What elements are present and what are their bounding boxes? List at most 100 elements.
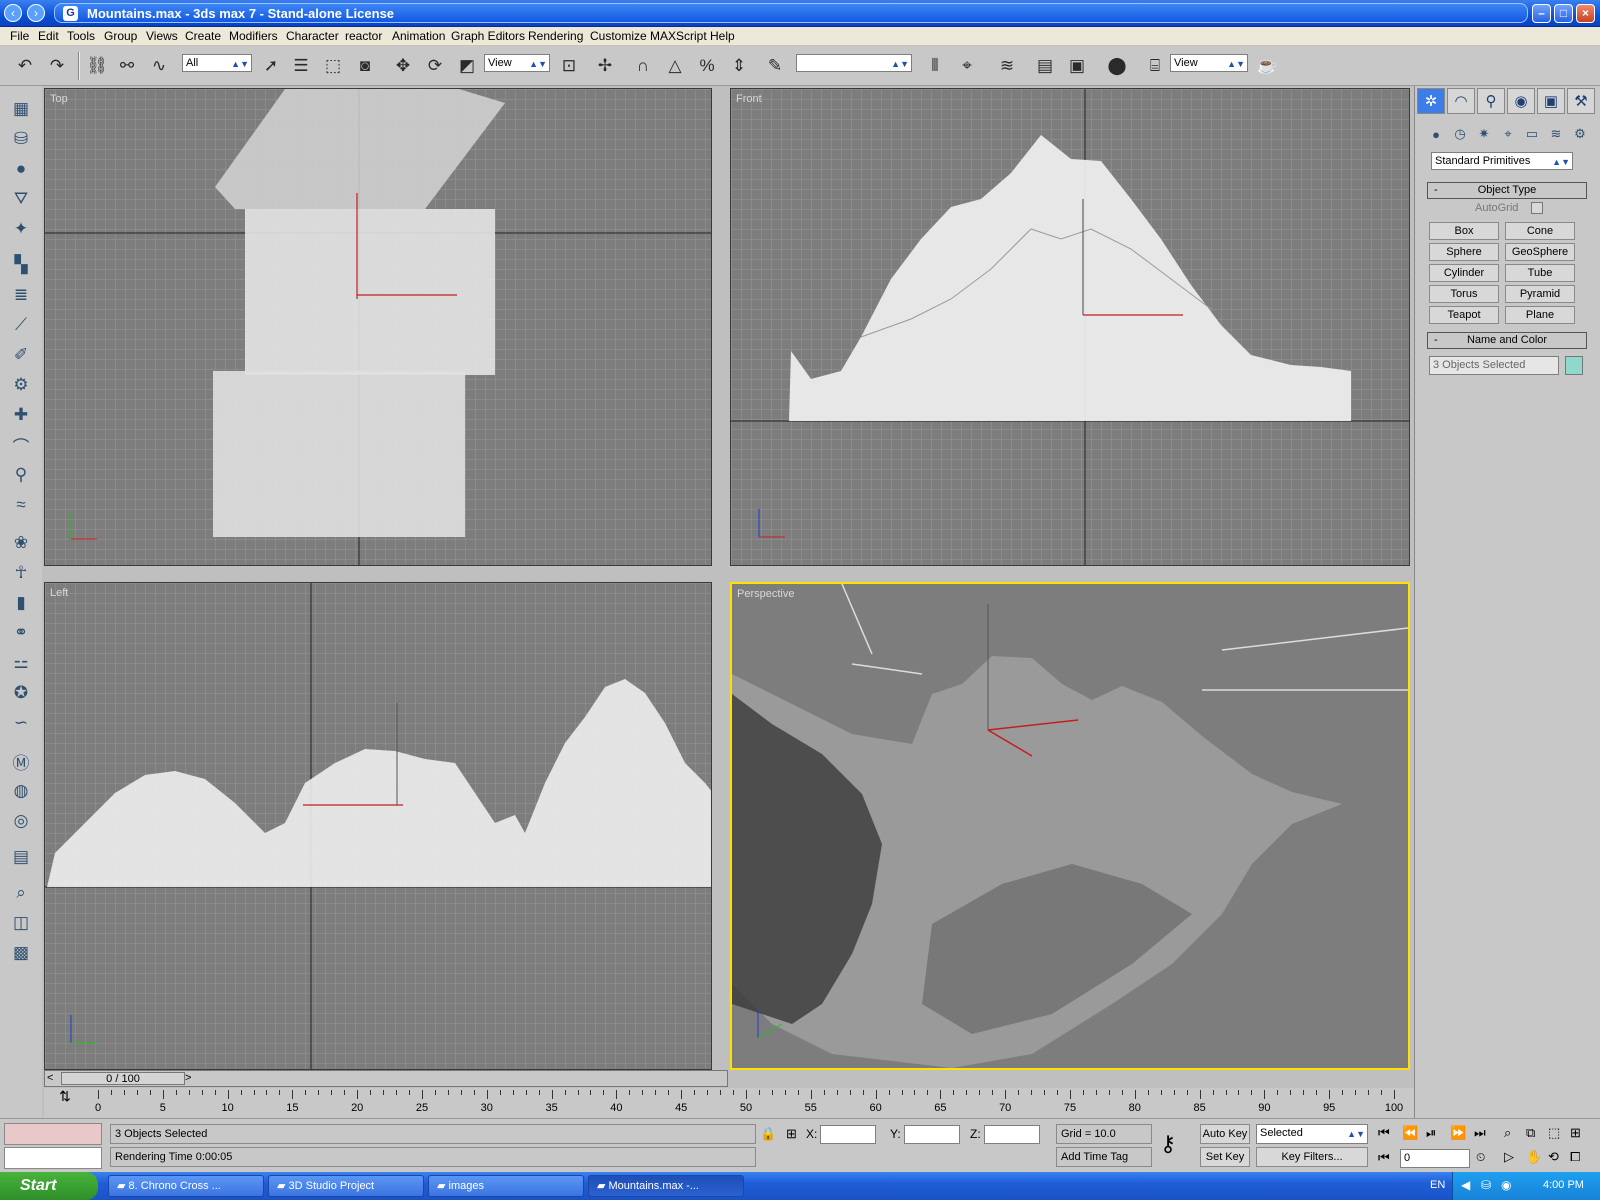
name-and-color-rollout[interactable]: - Name and Color (1427, 332, 1587, 349)
x-coordinate-input[interactable] (820, 1125, 876, 1144)
maxscript-input-mini[interactable] (4, 1147, 102, 1169)
maxscript-listener-mini[interactable] (4, 1123, 102, 1145)
rotate-icon[interactable]: ⟳ (422, 53, 448, 79)
checker-tool-icon[interactable]: ▚ (8, 252, 34, 278)
helper-tool-icon[interactable]: ✚ (8, 402, 34, 428)
unlink-selection-icon[interactable]: ⚯ (114, 53, 140, 79)
network-icon[interactable]: ⛁ (1481, 1178, 1491, 1192)
rope-tool-icon[interactable]: ∽ (8, 710, 34, 736)
edit-named-selection-icon[interactable]: ✎ (762, 53, 788, 79)
torus-button[interactable]: Torus (1429, 285, 1499, 303)
maximize-button[interactable]: □ (1554, 4, 1573, 23)
viewport-perspective[interactable]: Perspective (730, 582, 1410, 1070)
redo-icon[interactable]: ↷ (44, 53, 70, 79)
star-tool-icon[interactable]: ✦ (8, 216, 34, 242)
back-icon[interactable]: ◀ (1461, 1178, 1470, 1192)
systems-icon[interactable]: ⚙ (1569, 124, 1591, 144)
wand-tool-icon[interactable]: ⟋ (8, 312, 34, 338)
cylinder-tool-icon[interactable]: ⛁ (8, 126, 34, 152)
time-config-icon[interactable]: ⏲ (1476, 1150, 1485, 1165)
curve-editor-mini-icon[interactable]: ⇅ (50, 1088, 80, 1108)
globe-icon[interactable]: ◍ (8, 778, 34, 804)
menu-character[interactable]: Character (286, 29, 339, 43)
quick-render-icon[interactable]: ☕ (1254, 53, 1280, 79)
menu-reactor[interactable]: reactor (345, 29, 382, 43)
list-panel-icon[interactable]: ▤ (8, 844, 34, 870)
viewport-top[interactable]: Top (44, 88, 712, 566)
sphere-button[interactable]: Sphere (1429, 243, 1499, 261)
menu-animation[interactable]: Animation (392, 29, 445, 43)
link-tool-icon[interactable]: ⚍ (8, 650, 34, 676)
maximize-viewport-icon[interactable]: ⧠ (1570, 1149, 1580, 1165)
motion-tab-icon[interactable]: ◉ (1507, 88, 1535, 114)
terrain-mesh-top-2[interactable] (245, 209, 495, 375)
manipulate-icon[interactable]: ✢ (592, 53, 618, 79)
menu-customize[interactable]: Customize (590, 29, 647, 43)
scale-icon[interactable]: ◩ (454, 53, 480, 79)
mirror-icon[interactable]: ⫴ (922, 53, 948, 79)
bind-to-space-warp-icon[interactable]: ∿ (146, 53, 172, 79)
primitive-category-dropdown[interactable]: Standard Primitives ▲▼ (1431, 152, 1573, 170)
cone-button[interactable]: Cone (1505, 222, 1575, 240)
wave-tool-icon[interactable]: ≈ (8, 492, 34, 518)
zoom-all-icon[interactable]: ⧉ (1526, 1125, 1535, 1141)
film-icon[interactable]: ▩ (8, 940, 34, 966)
lights-icon[interactable]: ✷ (1473, 124, 1495, 144)
layer-manager-icon[interactable]: ≋ (994, 53, 1020, 79)
cameras-icon[interactable]: ⌖ (1497, 124, 1519, 144)
display-tab-icon[interactable]: ▣ (1537, 88, 1565, 114)
ik-tool-icon[interactable]: ⚭ (8, 620, 34, 646)
utilities-tab-icon[interactable]: ⚒ (1567, 88, 1595, 114)
time-slider-thumb[interactable]: 0 / 100 (61, 1072, 185, 1085)
render-scene-icon[interactable]: ⌸ (1142, 53, 1168, 79)
align-icon[interactable]: ⌖ (954, 53, 980, 79)
goto-start-icon[interactable]: ⏮ (1378, 1125, 1390, 1141)
space-warps-icon[interactable]: ≋ (1545, 124, 1567, 144)
helpers-icon[interactable]: ▭ (1521, 124, 1543, 144)
geosphere-button[interactable]: GeoSphere (1505, 243, 1575, 261)
select-by-name-icon[interactable]: ☰ (288, 53, 314, 79)
percent-snap-icon[interactable]: % (694, 53, 720, 79)
render-type-dropdown[interactable]: View ▲▼ (1170, 54, 1248, 72)
zoom-extents-all-icon[interactable]: ⊞ (1570, 1125, 1581, 1141)
hierarchy-tab-icon[interactable]: ⚲ (1477, 88, 1505, 114)
spiral-icon[interactable]: ◎ (8, 808, 34, 834)
autogrid-checkbox[interactable] (1531, 202, 1543, 214)
snap-toggle-icon[interactable]: ∩ (630, 53, 656, 79)
pivot-center-icon[interactable]: ⊡ (556, 53, 582, 79)
track-bar[interactable]: ⇅ 0 5 10 15 20 25 30 35 40 45 50 55 60 65 70 75 80 85 90 95… (44, 1088, 1414, 1118)
object-color-swatch[interactable] (1565, 356, 1583, 375)
menu-views[interactable]: Views (146, 29, 178, 43)
menu-group[interactable]: Group (104, 29, 137, 43)
previous-frame-icon[interactable]: ⏪ (1402, 1125, 1418, 1141)
layers-tool-icon[interactable]: ≣ (8, 282, 34, 308)
task-chrono-cross[interactable]: ▰ 8. Chrono Cross ... (108, 1175, 264, 1197)
close-button[interactable]: × (1576, 4, 1595, 23)
terrain-mesh-left[interactable] (47, 679, 712, 887)
key-icon[interactable]: ⚷ (1160, 1131, 1176, 1157)
maxscript-icon[interactable]: Ⓜ (8, 748, 34, 774)
zoom-icon[interactable]: ⌕ (8, 880, 34, 906)
object-name-field[interactable]: 3 Objects Selected (1429, 356, 1559, 375)
back-icon[interactable]: ‹ (4, 4, 22, 22)
time-slider-prev-icon[interactable]: < (47, 1072, 53, 1084)
schematic-view-icon[interactable]: ▣ (1064, 53, 1090, 79)
terrain-mesh-front[interactable] (789, 135, 1351, 421)
select-object-icon[interactable]: ➚ (258, 53, 284, 79)
z-coordinate-input[interactable] (984, 1125, 1040, 1144)
brush-tool-icon[interactable]: ✐ (8, 342, 34, 368)
curve-editor-icon[interactable]: ▤ (1032, 53, 1058, 79)
task-mountains-max[interactable]: ▰ Mountains.max -... (588, 1175, 744, 1197)
key-mode-toggle-icon[interactable]: ⏮ (1378, 1150, 1390, 1166)
menu-modifiers[interactable]: Modifiers (229, 29, 278, 43)
terrain-mesh-top-1[interactable] (215, 89, 505, 209)
goto-end-icon[interactable]: ⏭ (1474, 1125, 1486, 1141)
start-button[interactable]: Start (0, 1172, 98, 1200)
tube-button[interactable]: Tube (1505, 264, 1575, 282)
field-of-view-icon[interactable]: ▷ (1504, 1149, 1514, 1165)
add-time-tag-button[interactable]: Add Time Tag (1056, 1147, 1152, 1167)
clock[interactable]: 4:00 PM (1543, 1179, 1584, 1191)
biped-icon[interactable]: ☥ (8, 560, 34, 586)
menu-file[interactable]: File (10, 29, 29, 43)
menu-edit[interactable]: Edit (38, 29, 59, 43)
